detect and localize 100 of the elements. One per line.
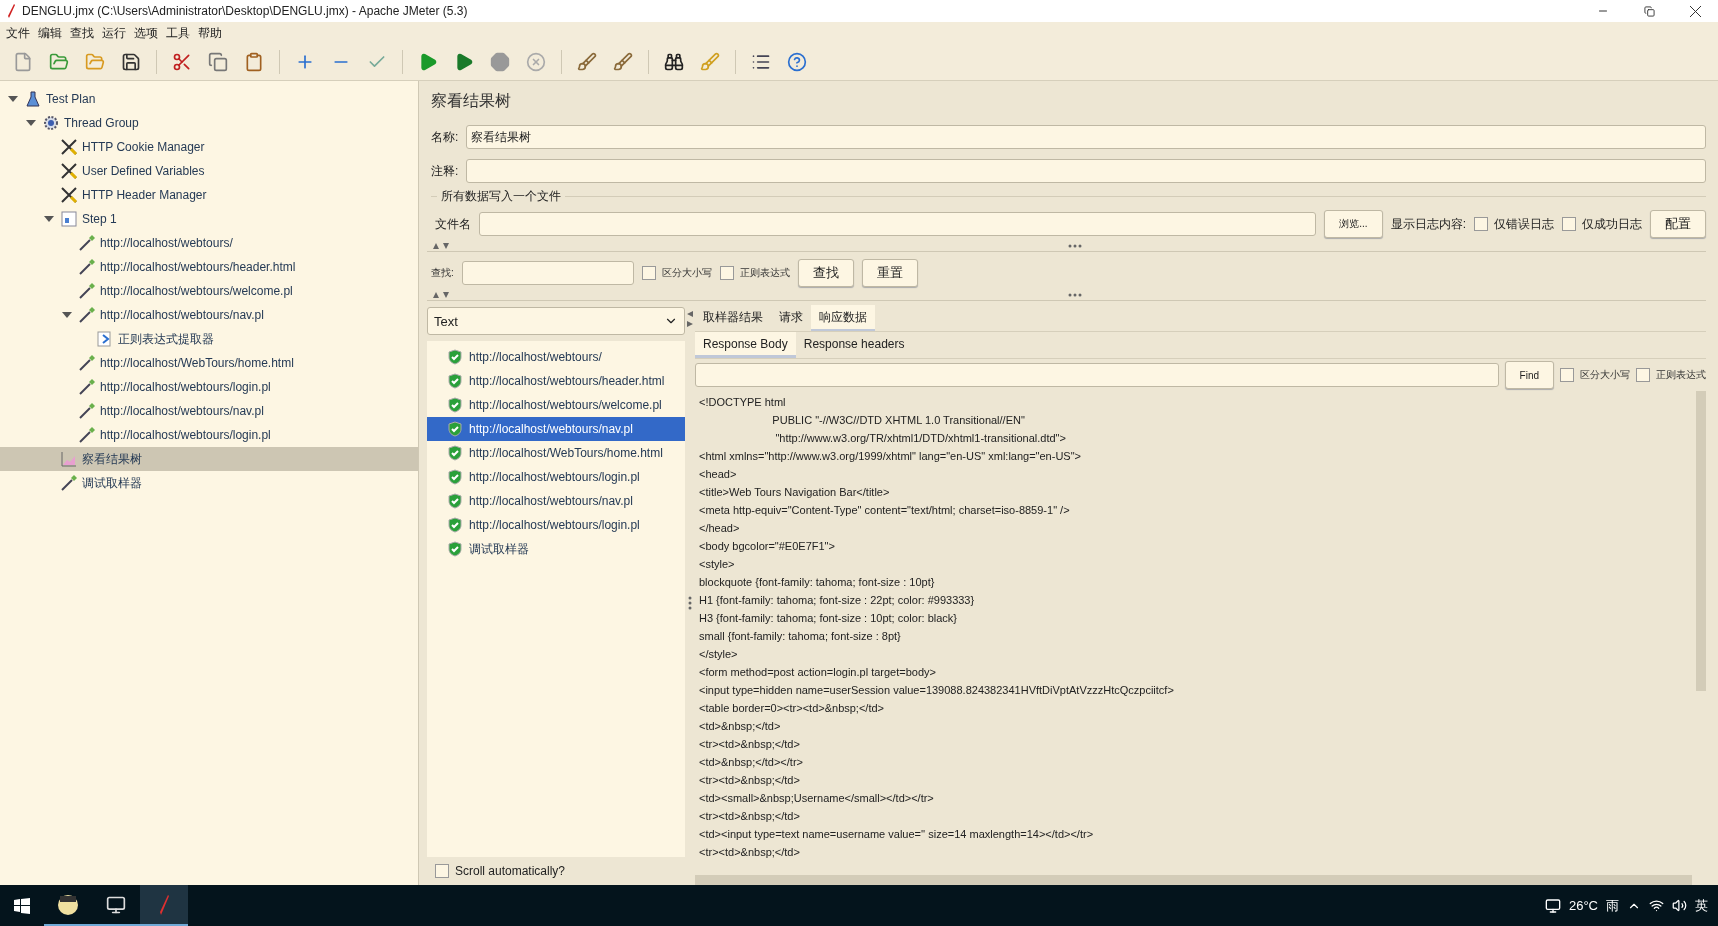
response-line: <td><small>&nbsp;Username</small></td></tr> (699, 791, 935, 806)
response-line: <tr><td>&nbsp;</td> (699, 773, 801, 788)
response-line: H1 {font-family: tahoma; font-size : 22pt; color: #993333} (699, 593, 976, 608)
chart-icon (60, 450, 78, 468)
response-line: <tr><td>&nbsp;</td> (699, 845, 801, 860)
volume-icon[interactable] (1672, 898, 1687, 913)
group-title: 所有数据写入一个文件 (437, 188, 565, 205)
flask-icon (24, 90, 42, 108)
pipette-icon (78, 354, 96, 372)
menu-item[interactable]: 查找 (66, 24, 98, 42)
search-label: 查找: (431, 266, 454, 280)
tree-item[interactable]: http://localhost/webtours/nav.pl (0, 303, 418, 327)
pipette-icon (60, 474, 78, 492)
search-button[interactable]: 查找 (797, 259, 854, 287)
collapse-arrows-icon[interactable] (687, 311, 693, 327)
temperature[interactable]: 26°C (1568, 898, 1598, 913)
browse-button[interactable]: 浏览... (1324, 210, 1383, 238)
tree-item[interactable]: Test Plan (0, 87, 418, 111)
menu-item[interactable]: 编辑 (34, 24, 66, 42)
input-method[interactable]: 英 (1695, 896, 1708, 915)
renderer-dropdown[interactable]: Text (427, 307, 685, 335)
search-field[interactable] (461, 261, 634, 285)
tree-item[interactable]: Thread Group (0, 111, 418, 135)
success-shield-icon (447, 517, 463, 533)
tree-item[interactable]: 正则表达式提取器 (0, 327, 418, 351)
success-shield-icon (447, 541, 463, 557)
result-item[interactable]: http://localhost/webtours/login.pl (427, 513, 685, 537)
tree-item[interactable]: Step 1 (0, 207, 418, 231)
config-button[interactable]: 配置 (1650, 210, 1706, 238)
result-item[interactable]: http://localhost/webtours/login.pl (427, 465, 685, 489)
result-item[interactable]: http://localhost/webtours/ (427, 345, 685, 369)
result-item[interactable]: http://localhost/webtours/header.html (427, 369, 685, 393)
response-line: </head> (699, 521, 741, 536)
checkbox-label: 区分大小写 (661, 266, 712, 280)
find-button[interactable]: Find (1504, 361, 1554, 389)
menu-item[interactable]: 文件 (2, 24, 34, 42)
menu-item[interactable]: 运行 (98, 24, 130, 42)
success-shield-icon (447, 349, 463, 365)
menu-item[interactable]: 选项 (130, 24, 162, 42)
tree-item[interactable]: http://localhost/webtours/login.pl (0, 375, 418, 399)
comment-field[interactable] (466, 159, 1706, 183)
drag-handle-icon[interactable] (1067, 293, 1082, 297)
result-item[interactable]: http://localhost/webtours/welcome.pl (427, 393, 685, 417)
checkbox[interactable] (435, 864, 449, 878)
tab[interactable]: 响应数据 (811, 305, 875, 331)
network-icon[interactable] (1649, 898, 1664, 913)
close-icon[interactable] (1689, 5, 1701, 17)
checkbox[interactable] (641, 266, 656, 280)
gear-icon (42, 114, 60, 132)
response-line: <td>&nbsp;</td></tr> (699, 755, 804, 770)
tree-item[interactable]: http://localhost/webtours/header.html (0, 255, 418, 279)
pipette-icon (78, 378, 96, 396)
reset-button[interactable]: 重置 (861, 259, 918, 287)
response-line: <title>Web Tours Navigation Bar</title> (699, 485, 891, 500)
tab[interactable]: Response headers (795, 332, 913, 358)
checkbox[interactable] (1560, 368, 1574, 382)
result-item[interactable]: http://localhost/webtours/nav.pl (427, 417, 685, 441)
response-line: small {font-family: tahoma; font-size : 8pt} (699, 629, 902, 644)
response-line: H3 {font-family: tahoma; font-size : 10pt; color: black} (699, 611, 958, 626)
tab[interactable]: Response Body (695, 332, 796, 358)
response-line: <tr><td>&nbsp;</td> (699, 809, 801, 824)
menu-item[interactable]: 工具 (162, 24, 194, 42)
checkbox-label: 仅错误日志 (1494, 215, 1554, 233)
weather[interactable]: 雨 (1606, 896, 1619, 915)
tree-item[interactable]: http://localhost/webtours/login.pl (0, 423, 418, 447)
window-title: DENGLU.jmx (C:\Users\Administrator\Desktop\DENGLU.jmx) - Apache JMeter (5.3) (22, 4, 469, 18)
tab[interactable]: 请求 (771, 305, 811, 331)
collapse-arrows-icon[interactable] (433, 292, 449, 298)
find-field[interactable] (695, 363, 1499, 387)
horizontal-scrollbar[interactable] (695, 875, 1692, 885)
menu-item[interactable]: 帮助 (194, 24, 226, 42)
tree-item[interactable]: 察看结果树 (0, 447, 418, 471)
name-field[interactable]: 察看结果树 (466, 125, 1706, 149)
success-shield-icon (447, 445, 463, 461)
tree-item[interactable]: http://localhost/webtours/nav.pl (0, 399, 418, 423)
tree-item[interactable]: http://localhost/WebTours/home.html (0, 351, 418, 375)
checkbox[interactable] (1474, 217, 1488, 231)
tree-item[interactable]: HTTP Cookie Manager (0, 135, 418, 159)
restore-icon[interactable] (1643, 5, 1655, 17)
checkbox[interactable] (719, 266, 734, 280)
tree-item[interactable]: HTTP Header Manager (0, 183, 418, 207)
response-line: PUBLIC "-//W3C//DTD XHTML 1.0 Transitional//EN" (771, 413, 1026, 428)
collapse-arrows-icon[interactable] (433, 243, 449, 249)
windows-icon[interactable] (14, 897, 30, 914)
checkbox[interactable] (1636, 368, 1650, 382)
checkbox[interactable] (1562, 217, 1576, 231)
result-item[interactable]: 调试取样器 (427, 537, 685, 561)
tree-item[interactable]: http://localhost/webtours/ (0, 231, 418, 255)
drag-handle-icon[interactable] (688, 596, 692, 610)
tab[interactable]: 取样器结果 (695, 305, 771, 331)
response-line: <!DOCTYPE html (699, 395, 787, 410)
filename-field[interactable] (479, 212, 1317, 236)
tree-item[interactable]: 调试取样器 (0, 471, 418, 495)
drag-handle-icon[interactable] (1067, 244, 1082, 248)
result-item[interactable]: http://localhost/webtours/nav.pl (427, 489, 685, 513)
tools-icon (60, 162, 78, 180)
response-line: "http://www.w3.org/TR/xhtml1/DTD/xhtml1-transitional.dtd"> (774, 431, 1067, 446)
result-item[interactable]: http://localhost/WebTours/home.html (427, 441, 685, 465)
tree-item[interactable]: http://localhost/webtours/welcome.pl (0, 279, 418, 303)
tree-item[interactable]: User Defined Variables (0, 159, 418, 183)
